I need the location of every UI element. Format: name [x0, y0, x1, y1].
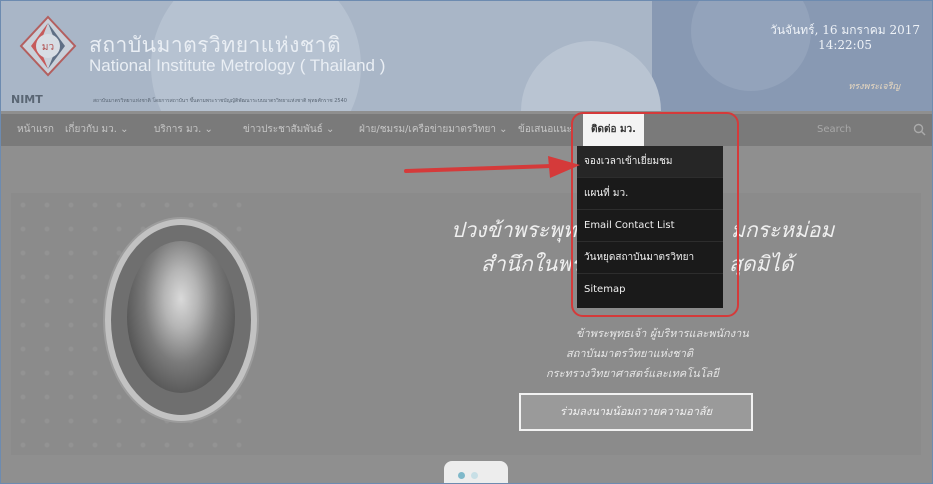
current-time: 14:22:05: [818, 38, 872, 52]
site-title-english[interactable]: National Institute Metrology ( Thailand …: [89, 56, 385, 76]
nav-item-departments[interactable]: ฝ่าย/ชมรม/เครือข่ายมาตรวิทยา ⌄: [359, 114, 508, 146]
annotation-arrow-icon: [404, 156, 580, 178]
royal-portrait: [127, 241, 235, 393]
banner-subtitle-2: สถาบันมาตรวิทยาแห่งชาติ: [566, 347, 694, 360]
slider-dot[interactable]: [471, 472, 478, 479]
site-tagline: สถาบันมาตรวิทยาแห่งชาติ โดยการสถาบันฯ ขึ…: [93, 98, 347, 104]
site-header: มว NIMT สถาบันมาตรวิทยาแห่งชาติ National…: [1, 1, 932, 111]
nav-item-services[interactable]: บริการ มว. ⌄: [154, 114, 213, 146]
logo-abbreviation: NIMT: [11, 93, 43, 106]
search-box[interactable]: Search: [801, 114, 932, 146]
banner-subtitle-1: ข้าพระพุทธเจ้า ผู้บริหารและพนักงาน: [576, 327, 749, 340]
nav-item-news[interactable]: ข่าวประชาสัมพันธ์ ⌄: [243, 114, 334, 146]
banner-subtitle-3: กระทรวงวิทยาศาสตร์และเทคโนโลยี: [546, 367, 719, 380]
logo-text: มว: [42, 42, 54, 53]
date-time-display: วันจันทร์, 16 มกราคม 2017 14:22:05: [770, 23, 920, 53]
royal-signature: ทรงพระเจริญ: [848, 82, 900, 92]
main-navigation: หน้าแรก เกี่ยวกับ มว. ⌄ บริการ มว. ⌄ ข่า…: [1, 114, 932, 146]
nav-item-home[interactable]: หน้าแรก: [17, 114, 54, 146]
annotation-highlight-box: [571, 112, 739, 317]
current-date: วันจันทร์, 16 มกราคม 2017: [770, 23, 920, 37]
slider-dot-active[interactable]: [458, 472, 465, 479]
banner-message-line1-end: มกระหม่อม: [731, 218, 835, 242]
nav-item-about[interactable]: เกี่ยวกับ มว. ⌄: [65, 114, 128, 146]
search-input[interactable]: Search: [817, 114, 851, 146]
nimt-logo-icon[interactable]: มว: [17, 15, 79, 77]
browser-viewport: มว NIMT สถาบันมาตรวิทยาแห่งชาติ National…: [0, 0, 933, 484]
search-icon[interactable]: [913, 123, 926, 136]
nav-item-feedback[interactable]: ข้อเสนอแนะ: [518, 114, 572, 146]
sign-condolence-button[interactable]: ร่วมลงนามน้อมถวายความอาลัย: [519, 393, 753, 431]
header-decor-circle: [521, 41, 661, 111]
